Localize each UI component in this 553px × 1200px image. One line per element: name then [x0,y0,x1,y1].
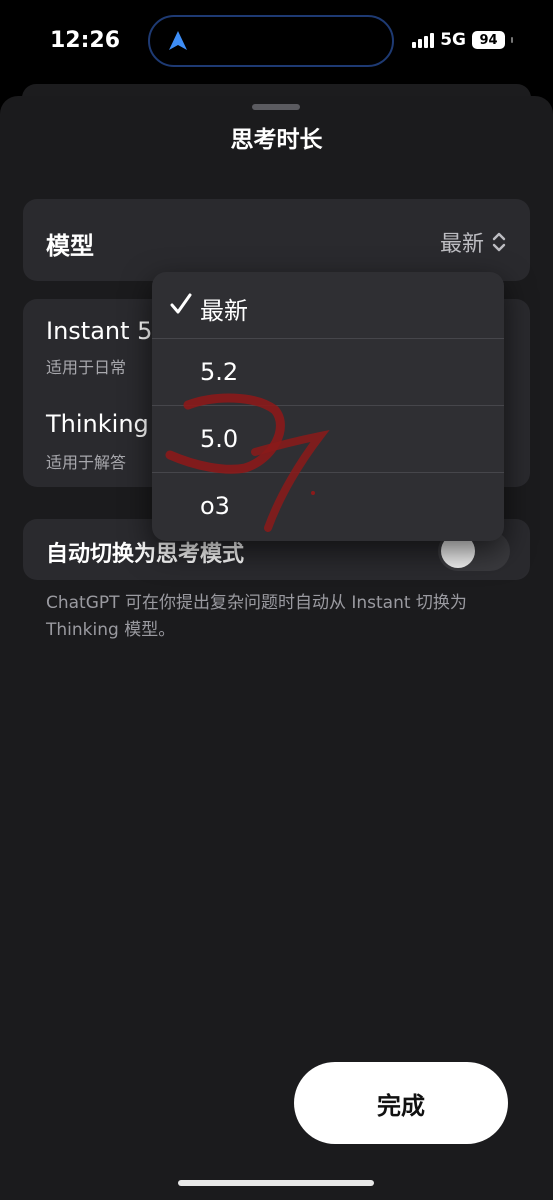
home-indicator[interactable] [178,1180,374,1186]
status-indicators: 5G 94 [412,30,513,50]
option-instant-title: Instant 5 [46,317,153,345]
location-arrow-icon [169,31,187,50]
battery-icon: 94 [472,31,505,49]
checkmark-icon [170,293,192,314]
model-selector-row[interactable]: 模型 最新 [23,199,530,281]
done-button[interactable]: 完成 [294,1062,508,1144]
model-dropdown-menu: 最新 5.2 5.0 o3 [152,272,504,541]
menu-item-5-2[interactable]: 5.2 [152,339,504,406]
option-thinking-title: Thinking [46,410,149,438]
dynamic-island [148,15,394,67]
option-instant-subtitle: 适用于日常 [46,358,127,377]
status-time: 12:26 [50,28,121,53]
battery-tip [511,37,513,43]
menu-item-o3[interactable]: o3 [152,473,504,540]
auto-switch-description: ChatGPT 可在你提出复杂问题时自动从 Instant 切换为 Thinki… [46,593,467,640]
chevron-up-down-icon [492,232,506,252]
menu-item-label: 最新 [200,297,248,325]
model-label: 模型 [46,232,94,260]
model-value[interactable]: 最新 [440,226,506,258]
option-thinking-subtitle: 适用于解答 [46,453,127,472]
menu-item-label: o3 [200,492,230,520]
model-value-text: 最新 [439,232,484,257]
sheet-grabber[interactable] [252,104,300,110]
sheet-title: 思考时长 [230,127,323,153]
menu-item-5-0[interactable]: 5.0 [152,406,504,473]
menu-item-label: 5.0 [200,425,239,453]
signal-icon [412,32,435,48]
menu-item-latest[interactable]: 最新 [152,272,504,339]
menu-item-label: 5.2 [200,358,239,386]
network-type: 5G [440,30,466,50]
